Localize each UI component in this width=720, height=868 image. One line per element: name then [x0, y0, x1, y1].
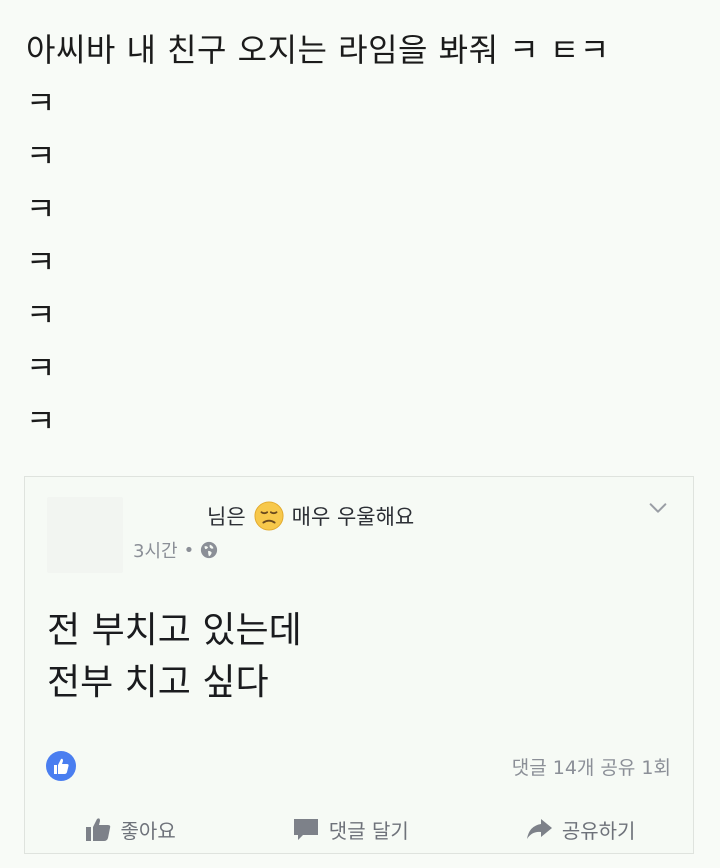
post-text-line: 전부 치고 싶다 — [47, 662, 269, 703]
post-line: ㅋ — [26, 137, 56, 175]
feeling-text: 매우 우울해요 — [291, 505, 415, 529]
avatar[interactable] — [47, 497, 123, 573]
thumbs-up-icon — [85, 818, 110, 841]
action-bar: 좋아요 댓글 달기 공유하기 — [25, 809, 693, 849]
comment-label: 댓글 달기 — [328, 818, 409, 843]
facebook-post-card: 님은 매우 우울해요 3시간 • 전 부치고 있는데 전부 치고 싶다 댓글 1… — [24, 476, 694, 854]
post-line: ㅋ — [26, 243, 56, 281]
post-line: ㅋ — [26, 190, 56, 228]
post-line: ㅋ — [26, 349, 56, 387]
like-label: 좋아요 — [120, 818, 176, 843]
timestamp[interactable]: 3시간 — [133, 537, 178, 563]
share-button[interactable]: 공유하기 — [524, 814, 636, 844]
post-body: 아씨바 내 친구 오지는 라임을 봐줘 ㅋ ㅌㅋ ㅋ ㅋ ㅋ ㅋ ㅋ ㅋ ㅋ — [26, 24, 706, 448]
author-suffix: 님은 — [207, 505, 246, 529]
share-label: 공유하기 — [561, 818, 636, 843]
post-text-line: 전 부치고 있는데 — [47, 610, 302, 651]
share-arrow-icon — [526, 819, 552, 839]
post-text: 전 부치고 있는데 전부 치고 싶다 — [47, 605, 302, 709]
comment-button[interactable]: 댓글 달기 — [291, 814, 409, 844]
post-line: ㅋ — [26, 402, 56, 440]
globe-icon — [201, 541, 218, 559]
like-reaction-icon[interactable] — [45, 750, 77, 782]
post-title-line: 아씨바 내 친구 오지는 라임을 봐줘 ㅋ ㅌㅋ — [26, 31, 610, 69]
disappointed-face-emoji-icon — [254, 501, 284, 531]
post-line: ㅋ — [26, 296, 56, 334]
like-button[interactable]: 좋아요 — [83, 814, 176, 844]
comment-icon — [293, 819, 318, 840]
chevron-down-icon[interactable] — [647, 497, 669, 519]
meta-separator: • — [183, 539, 195, 561]
author-line: 님은 매우 우울해요 — [207, 501, 414, 531]
post-line: ㅋ — [26, 84, 56, 122]
post-meta: 3시간 • — [133, 537, 218, 563]
engagement-stats[interactable]: 댓글 14개 공유 1회 — [512, 753, 671, 780]
